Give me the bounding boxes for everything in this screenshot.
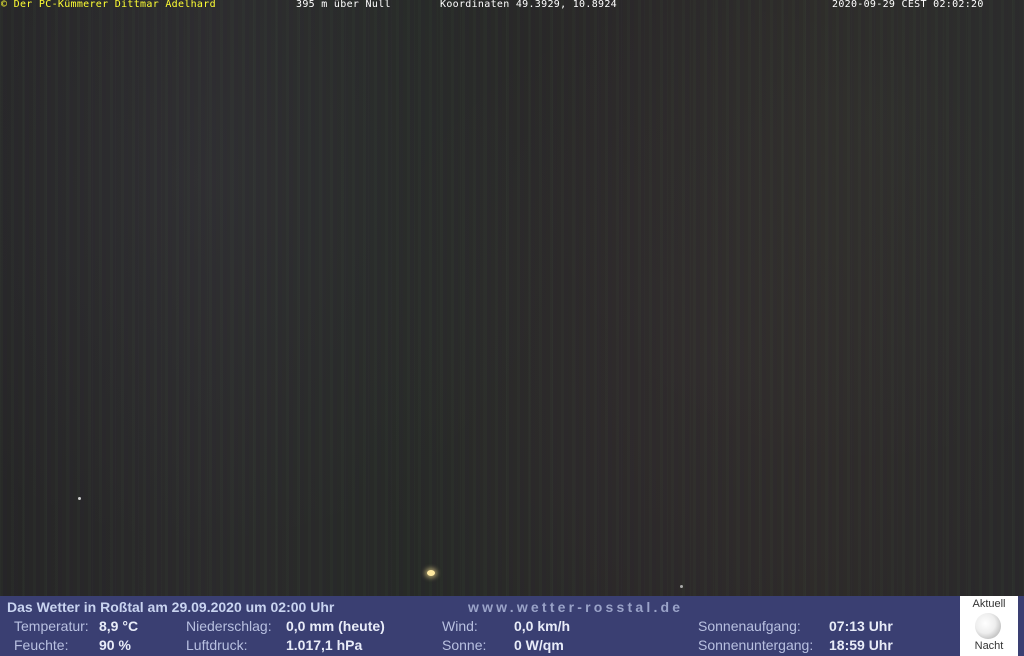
- wind-value: 0,0 km/h: [514, 618, 571, 634]
- temperature-value: 8,9 °C: [99, 618, 139, 634]
- webcam-image: [0, 0, 1024, 596]
- moon-top-label: Aktuell: [972, 598, 1006, 610]
- image-noise: [0, 0, 1024, 596]
- coordinates-text: Koordinaten 49.3929, 10.8924: [440, 0, 617, 10]
- weather-footer: Das Wetter in Roßtal am 29.09.2020 um 02…: [0, 596, 1024, 656]
- sunrise-label: Sonnenaufgang:: [698, 618, 801, 634]
- sunset-label: Sonnenuntergang:: [698, 637, 814, 653]
- site-url: www.wetter-rosstal.de: [468, 599, 684, 615]
- moon-phase-box: Aktuell Nacht: [960, 596, 1018, 656]
- pressure-label: Luftdruck:: [186, 637, 248, 653]
- camera-info-overlay: © Der PC-Kümmerer Dittmar Adelhard 395 m…: [0, 0, 1024, 11]
- pressure-value: 1.017,1 hPa: [286, 637, 363, 653]
- altitude-text: 395 m über Null: [296, 0, 391, 10]
- sun-value: 0 W/qm: [514, 637, 564, 653]
- copyright-text: © Der PC-Kümmerer Dittmar Adelhard: [1, 0, 216, 10]
- sunset-value: 18:59 Uhr: [829, 637, 893, 653]
- distant-light: [680, 585, 683, 588]
- precipitation-label: Niederschlag:: [186, 618, 272, 634]
- timestamp-text: 2020-09-29 CEST 02:02:20: [832, 0, 984, 10]
- moon-bottom-label: Nacht: [974, 640, 1004, 652]
- temperature-label: Temperatur:: [14, 618, 89, 634]
- humidity-label: Feuchte:: [14, 637, 69, 653]
- distant-light: [78, 497, 81, 500]
- sun-label: Sonne:: [442, 637, 487, 653]
- weather-title: Das Wetter in Roßtal am 29.09.2020 um 02…: [7, 599, 335, 615]
- distant-light: [427, 570, 435, 576]
- full-moon-icon: [975, 613, 1001, 639]
- sunrise-value: 07:13 Uhr: [829, 618, 893, 634]
- precipitation-value: 0,0 mm (heute): [286, 618, 385, 634]
- wind-label: Wind:: [442, 618, 478, 634]
- humidity-value: 90 %: [99, 637, 131, 653]
